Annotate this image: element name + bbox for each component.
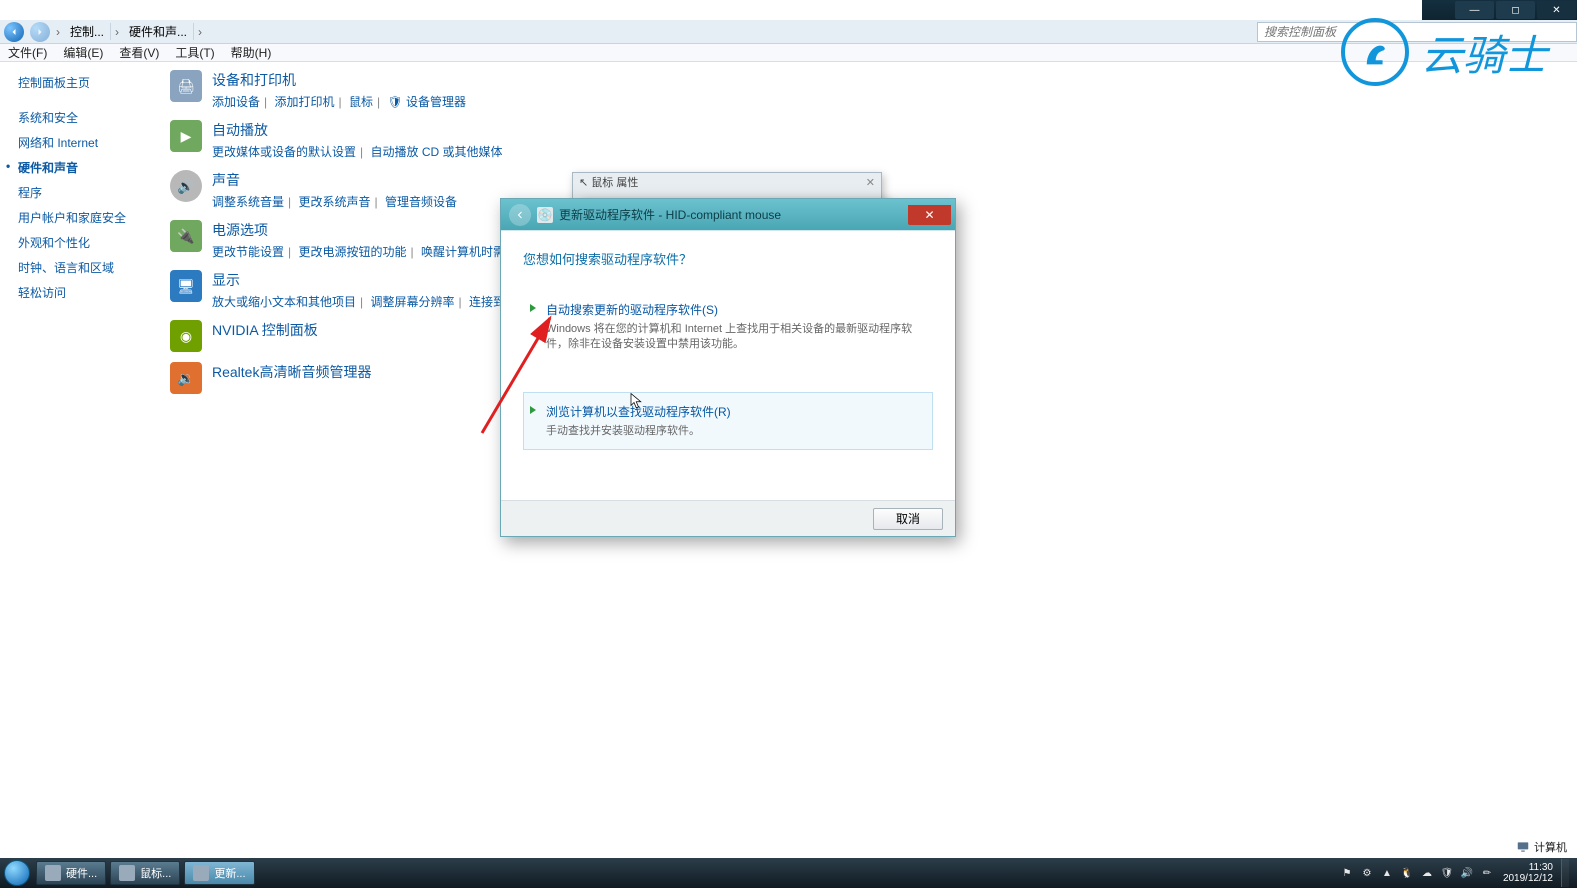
driver-update-wizard: 💿 更新驱动程序软件 - HID-compliant mouse ✕ 您想如何搜… [500, 198, 956, 537]
close-icon: ✕ [866, 176, 875, 189]
dialog-title: 鼠标 属性 [591, 174, 638, 190]
wizard-titlebar: 💿 更新驱动程序软件 - HID-compliant mouse ✕ [501, 199, 955, 230]
maximize-button[interactable]: ◻ [1496, 1, 1535, 19]
option-auto-search[interactable]: 自动搜索更新的驱动程序软件(S) Windows 将在您的计算机和 Intern… [523, 290, 933, 364]
category-realtek[interactable]: Realtek高清晰音频管理器 [212, 362, 371, 382]
arrow-icon [530, 406, 536, 414]
close-button[interactable]: ✕ [1537, 1, 1576, 19]
breadcrumb-sep: › [52, 25, 64, 39]
menu-file[interactable]: 文件(F) [0, 44, 55, 61]
sidebar-home[interactable]: 控制面板主页 [0, 70, 145, 95]
wizard-question: 您想如何搜索驱动程序软件？ [523, 249, 933, 268]
menu-help[interactable]: 帮助(H) [223, 44, 280, 61]
tray-cloud-icon[interactable]: ☁ [1419, 865, 1435, 881]
option-title: 自动搜索更新的驱动程序软件(S) [546, 301, 922, 318]
sidebar-item-user-accounts[interactable]: 用户帐户和家庭安全 [0, 205, 145, 230]
logo-text: 云骑士 [1421, 22, 1547, 83]
tray-volume-icon[interactable]: 🔊 [1459, 865, 1475, 881]
option-desc: Windows 将在您的计算机和 Internet 上查找用于相关设备的最新驱动… [546, 322, 922, 353]
sidebar-item-system-security[interactable]: 系统和安全 [0, 105, 145, 130]
taskbar-item-hardware[interactable]: 硬件... [36, 861, 106, 885]
option-title: 浏览计算机以查找驱动程序软件(R) [546, 403, 922, 420]
display-icon: 🖥 [170, 270, 202, 302]
tray-up-icon[interactable]: ▲ [1379, 865, 1395, 881]
link-resolution[interactable]: 调整屏幕分辨率 [370, 295, 454, 309]
desktop-computer-label: 计算机 [1516, 839, 1567, 855]
system-tray: ⚑ ⚙ ▲ 🐧 ☁ 🛡 🔊 ✏ 11:30 2019/12/12 [1337, 859, 1577, 887]
link-autoplay-cd[interactable]: 自动播放 CD 或其他媒体 [370, 145, 502, 159]
autoplay-icon: ▶ [170, 120, 202, 152]
tray-shield-icon[interactable]: 🛡 [1439, 865, 1455, 881]
category-devices-printers[interactable]: 设备和打印机 [212, 70, 466, 90]
sidebar-item-clock-language[interactable]: 时钟、语言和区域 [0, 255, 145, 280]
link-add-device[interactable]: 添加设备 [212, 95, 260, 109]
link-mouse[interactable]: 鼠标 [349, 95, 373, 109]
cancel-button[interactable]: 取消 [873, 508, 943, 530]
menu-edit[interactable]: 编辑(E) [55, 44, 111, 61]
link-system-sounds[interactable]: 更改系统声音 [298, 195, 370, 209]
link-system-volume[interactable]: 调整系统音量 [212, 195, 284, 209]
breadcrumb-sep: › [194, 25, 206, 39]
show-desktop-button[interactable] [1561, 859, 1569, 887]
breadcrumb-control-panel[interactable]: 控制... [64, 23, 111, 40]
option-browse-computer[interactable]: 浏览计算机以查找驱动程序软件(R) 手动查找并安装驱动程序软件。 [523, 392, 933, 450]
arrow-icon [530, 304, 536, 312]
breadcrumb-hardware-sound[interactable]: 硬件和声... [123, 23, 194, 40]
link-power-button[interactable]: 更改电源按钮的功能 [298, 245, 406, 259]
driver-disk-icon: 💿 [537, 207, 553, 223]
tray-ime-icon[interactable]: ✏ [1479, 865, 1495, 881]
shield-icon: 🛡 [387, 95, 402, 109]
option-desc: 手动查找并安装驱动程序软件。 [546, 424, 922, 439]
tray-network-icon[interactable]: ⚙ [1359, 865, 1375, 881]
devices-printers-icon: 🖨 [170, 70, 202, 102]
taskbar: 硬件... 鼠标... 更新... ⚑ ⚙ ▲ 🐧 ☁ 🛡 🔊 ✏ 11:30 … [0, 858, 1577, 888]
sidebar-item-hardware-sound[interactable]: 硬件和声音 [0, 155, 145, 180]
tray-clock[interactable]: 11:30 2019/12/12 [1497, 862, 1559, 884]
sidebar-item-appearance[interactable]: 外观和个性化 [0, 230, 145, 255]
sidebar: 控制面板主页 系统和安全 网络和 Internet 硬件和声音 程序 用户帐户和… [0, 62, 145, 888]
back-button[interactable] [509, 204, 531, 226]
back-button[interactable] [4, 22, 24, 42]
taskbar-item-mouse[interactable]: 鼠标... [110, 861, 180, 885]
forward-button[interactable] [30, 22, 50, 42]
category-sound[interactable]: 声音 [212, 170, 457, 190]
wizard-close-button[interactable]: ✕ [908, 205, 951, 225]
link-text-size[interactable]: 放大或缩小文本和其他项目 [212, 295, 356, 309]
tray-action-center-icon[interactable]: ⚑ [1339, 865, 1355, 881]
realtek-icon: 🔉 [170, 362, 202, 394]
minimize-button[interactable]: — [1455, 1, 1494, 19]
link-audio-devices[interactable]: 管理音频设备 [385, 195, 457, 209]
power-icon: 🔌 [170, 220, 202, 252]
sidebar-item-network-internet[interactable]: 网络和 Internet [0, 130, 145, 155]
wizard-title: 更新驱动程序软件 - HID-compliant mouse [559, 206, 781, 223]
menu-view[interactable]: 查看(V) [111, 44, 167, 61]
start-button[interactable] [0, 858, 34, 888]
sound-icon: 🔊 [170, 170, 202, 202]
tray-qq-icon[interactable]: 🐧 [1399, 865, 1415, 881]
taskbar-item-update[interactable]: 更新... [184, 861, 254, 885]
knight-icon [1341, 18, 1409, 86]
menu-tools[interactable]: 工具(T) [167, 44, 222, 61]
sidebar-item-ease-of-access[interactable]: 轻松访问 [0, 280, 145, 305]
breadcrumb-sep: › [111, 25, 123, 39]
category-autoplay[interactable]: 自动播放 [212, 120, 503, 140]
link-device-manager[interactable]: 设备管理器 [406, 95, 466, 109]
sidebar-item-programs[interactable]: 程序 [0, 180, 145, 205]
category-nvidia[interactable]: NVIDIA 控制面板 [212, 320, 318, 340]
link-add-printer[interactable]: 添加打印机 [274, 95, 334, 109]
link-power-save[interactable]: 更改节能设置 [212, 245, 284, 259]
mouse-cursor-icon: ↖ [579, 176, 588, 189]
window-controls: — ◻ ✕ [1422, 0, 1577, 20]
link-media-default[interactable]: 更改媒体或设备的默认设置 [212, 145, 356, 159]
nvidia-icon: ◉ [170, 320, 202, 352]
yunqishi-logo: 云骑士 [1341, 18, 1547, 86]
